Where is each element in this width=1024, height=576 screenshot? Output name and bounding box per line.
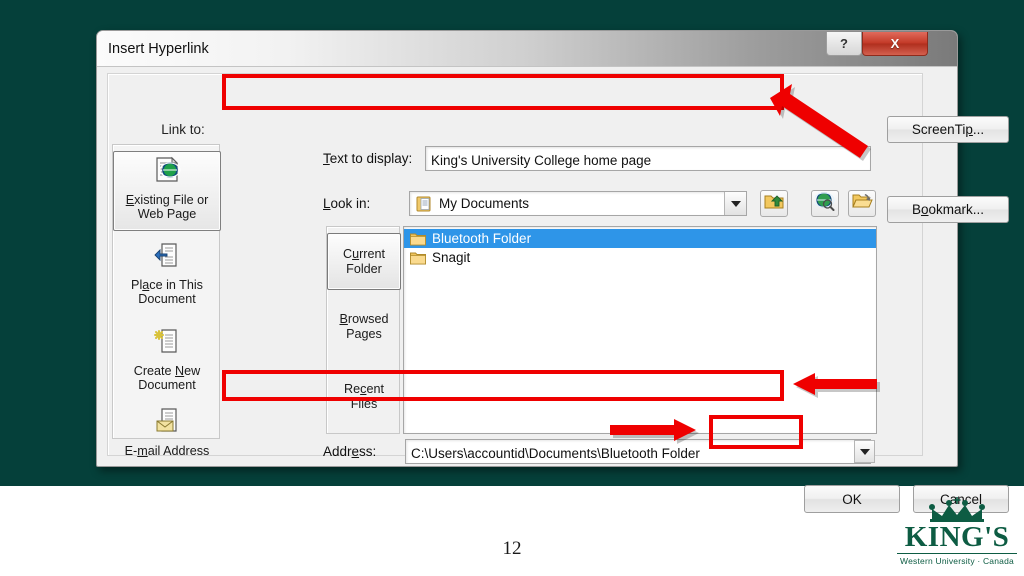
slide-canvas: Insert Hyperlink ? X Link to: Existing F…: [0, 0, 1024, 576]
link-to-label: Link to:: [161, 122, 205, 137]
tab-label-line2: Folder: [346, 261, 382, 276]
help-button[interactable]: ?: [826, 32, 862, 56]
tab-label-line1: Current: [342, 247, 386, 261]
up-one-level-button[interactable]: [760, 190, 788, 217]
sidebar-item-label-line2: Document: [138, 292, 196, 306]
tab-recent-files[interactable]: Recent Files: [327, 382, 401, 418]
folder-up-icon: [764, 192, 784, 215]
list-item[interactable]: Bluetooth Folder: [404, 229, 876, 248]
look-in-combobox[interactable]: My Documents: [409, 191, 747, 216]
sidebar-item-label-line1: EExisting File orxisting File or: [125, 192, 209, 207]
sidebar-item-existing-file-or-web-page[interactable]: EExisting File orxisting File or Web Pag…: [113, 151, 221, 231]
page-arrow-icon: [113, 241, 221, 273]
tab-browsed-pages[interactable]: Browsed Pages: [327, 312, 401, 348]
tab-label-line1: Browsed: [339, 312, 389, 326]
file-list[interactable]: Bluetooth Folder Snagit: [403, 226, 877, 434]
kings-wordmark: KING'S: [904, 521, 1010, 553]
file-name: Snagit: [432, 250, 471, 265]
ok-button[interactable]: OK: [804, 485, 900, 513]
screentip-button[interactable]: ScreenTip...: [887, 116, 1009, 143]
address-label: Address:: [323, 444, 377, 459]
page-envelope-icon: [113, 407, 221, 439]
sidebar-item-label-line1: Create New: [133, 363, 201, 378]
page-globe-icon: [114, 156, 220, 188]
close-button[interactable]: X: [862, 32, 928, 56]
page-number: 12: [502, 538, 522, 559]
sidebar-item-label-line1: Place in This: [131, 277, 203, 292]
sidebar-item-place-in-this-document[interactable]: Place in This Document: [113, 237, 221, 317]
folder-icon: [410, 251, 426, 265]
browse-file-button[interactable]: [848, 190, 876, 217]
address-input[interactable]: [405, 439, 871, 464]
sidebar-item-label-line2: Document: [138, 378, 196, 392]
dialog-title: Insert Hyperlink: [108, 41, 209, 57]
address-dropdown-button[interactable]: [854, 440, 875, 463]
screentip-button-label: ScreenTip...: [911, 122, 985, 137]
sidebar-item-label-line1: E-mail Address: [124, 443, 210, 458]
tab-label-line2: Pages: [346, 326, 382, 341]
sidebar-item-label-line2: Web Page: [137, 207, 197, 221]
chevron-down-icon[interactable]: [724, 192, 746, 215]
look-in-value: My Documents: [439, 196, 530, 211]
look-in-label: Look in:: [323, 196, 371, 211]
sidebar-item-create-new-document[interactable]: Create New Document: [113, 323, 221, 403]
tab-current-folder[interactable]: Current Folder: [327, 233, 401, 290]
browse-web-button[interactable]: [811, 190, 839, 217]
sidebar-item-email-address[interactable]: E-mail Address: [113, 403, 221, 463]
open-folder-icon: [851, 192, 873, 215]
dialog-titlebar[interactable]: Insert Hyperlink ? X: [97, 31, 957, 67]
text-to-display-input[interactable]: [425, 146, 871, 171]
insert-hyperlink-dialog: Insert Hyperlink ? X Link to: Existing F…: [96, 30, 1009, 513]
link-to-list: EExisting File orxisting File or Web Pag…: [112, 144, 221, 458]
crown-icon: [929, 497, 985, 522]
kings-logo: KING'S Western University · Canada: [893, 497, 1021, 567]
folder-tab-list: Current Folder Browsed Pages Recent File…: [326, 226, 401, 434]
documents-folder-icon: [415, 195, 433, 213]
file-name: Bluetooth Folder: [432, 231, 532, 246]
tab-label-line1: Recent: [344, 382, 384, 396]
globe-search-icon: [813, 191, 835, 216]
bookmark-button[interactable]: Bookmark...: [887, 196, 1009, 223]
kings-tagline: Western University · Canada: [900, 556, 1014, 566]
list-item[interactable]: Snagit: [404, 248, 876, 267]
dialog-body: Link to: Existing File or Web Page Place…: [97, 67, 1009, 513]
logo-divider: [897, 553, 1017, 554]
tab-label-line2: Files: [350, 396, 378, 411]
bookmark-button-label: Bookmark...: [911, 202, 985, 217]
text-to-display-label: Text to display:: [323, 151, 413, 166]
folder-icon: [410, 232, 426, 246]
page-new-icon: [113, 327, 221, 359]
